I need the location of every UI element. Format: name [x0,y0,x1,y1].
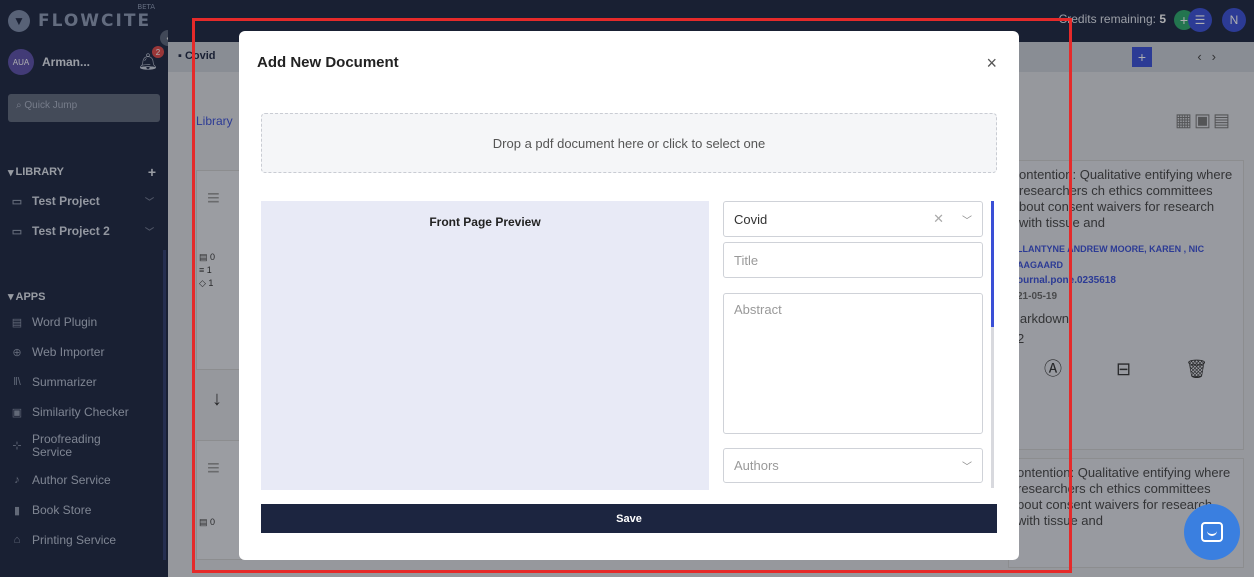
chat-launcher-button[interactable] [1184,504,1240,560]
chat-icon [1201,522,1223,542]
highlight-box [192,18,1072,573]
